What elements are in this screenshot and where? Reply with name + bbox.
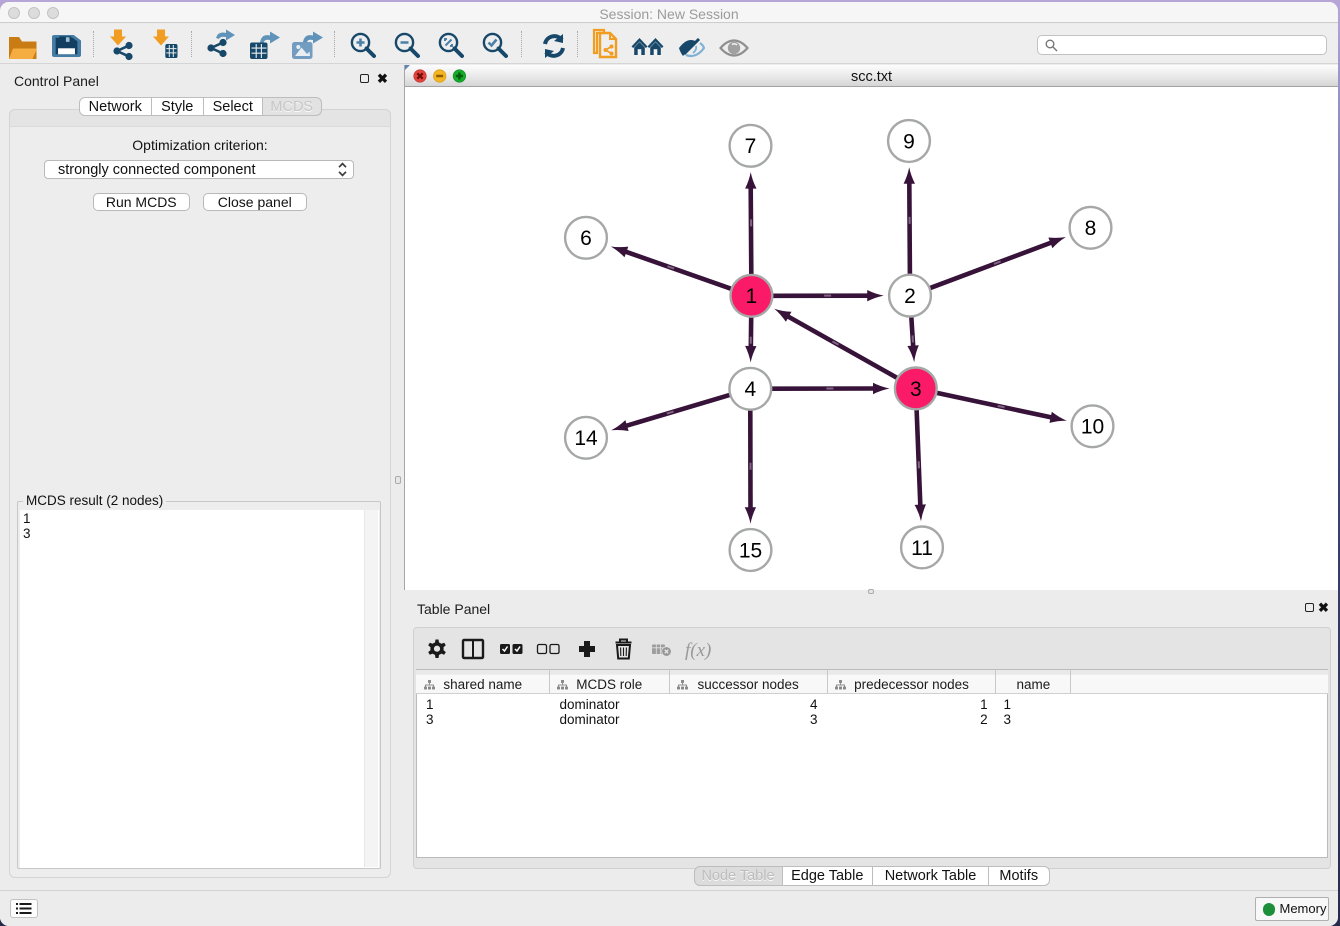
svg-text:9: 9 xyxy=(903,130,915,153)
svg-text:15: 15 xyxy=(739,539,762,562)
svg-text:3: 3 xyxy=(910,378,922,401)
svg-text:1: 1 xyxy=(746,285,758,308)
svg-text:11: 11 xyxy=(911,537,933,560)
svg-text:2: 2 xyxy=(904,285,916,308)
svg-text:8: 8 xyxy=(1085,217,1097,240)
svg-text:f(x): f(x) xyxy=(685,640,711,661)
svg-text:4: 4 xyxy=(744,378,756,401)
svg-text:14: 14 xyxy=(574,427,598,450)
svg-text:7: 7 xyxy=(745,135,757,158)
svg-text:6: 6 xyxy=(580,227,592,250)
svg-text:10: 10 xyxy=(1081,416,1104,439)
